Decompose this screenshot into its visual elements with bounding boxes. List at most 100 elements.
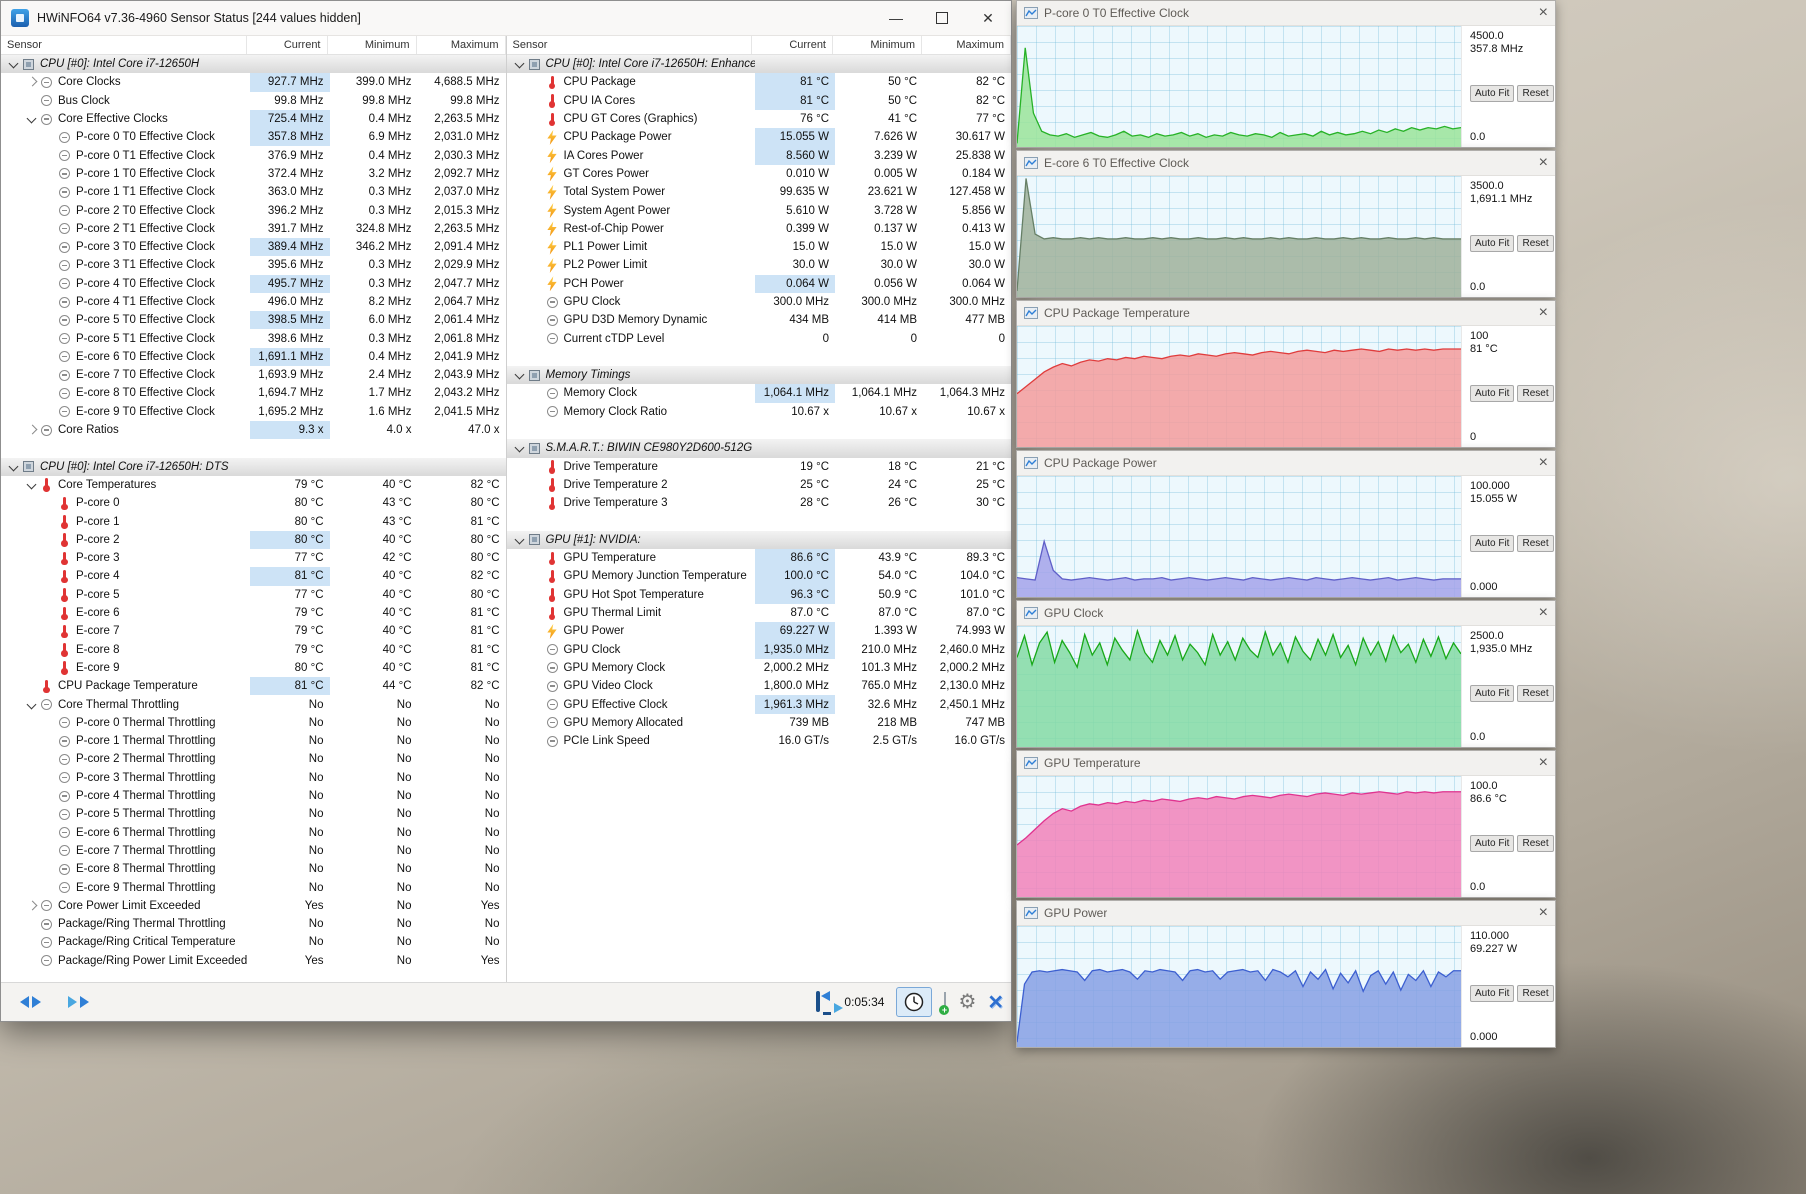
sensor-row-memory-clock[interactable]: Memory Clock1,064.1 MHz1,064.1 MHz1,064.… xyxy=(507,384,1012,402)
chevron-expanded-icon[interactable] xyxy=(25,112,39,126)
reset-button[interactable]: Reset xyxy=(1517,535,1553,552)
close-sensors-button[interactable]: × xyxy=(988,990,1003,1015)
chevron-expanded-icon[interactable] xyxy=(513,441,527,455)
section-cpu-0-intel-core-i7-12650h[interactable]: CPU [#0]: Intel Core i7-12650H xyxy=(1,55,506,73)
auto-fit-button[interactable]: Auto Fit xyxy=(1470,535,1514,552)
sensor-row-core-power-limit-exceeded[interactable]: Core Power Limit ExceededYesNoYes xyxy=(1,897,506,915)
sensor-row-package-ring-power-limit-exceeded[interactable]: Package/Ring Power Limit ExceededYesNoYe… xyxy=(1,952,506,970)
graph-titlebar[interactable]: CPU Package Temperature× xyxy=(1017,301,1555,326)
sensor-row-gpu-memory-clock[interactable]: GPU Memory Clock2,000.2 MHz101.3 MHz2,00… xyxy=(507,659,1012,677)
section-cpu-0-intel-core-i7-12650h-enhanced[interactable]: CPU [#0]: Intel Core i7-12650H: Enhanced xyxy=(507,55,1012,73)
section-cpu-0-intel-core-i7-12650h-dts[interactable]: CPU [#0]: Intel Core i7-12650H: DTS xyxy=(1,458,506,476)
col-header-minimum[interactable]: Minimum xyxy=(328,36,417,54)
sensor-row-cpu-ia-cores[interactable]: CPU IA Cores81 °C50 °C82 °C xyxy=(507,92,1012,110)
graph-titlebar[interactable]: CPU Package Power× xyxy=(1017,451,1555,476)
display-settings-button[interactable] xyxy=(816,993,820,1011)
chevron-expanded-icon[interactable] xyxy=(7,460,21,474)
sensor-row-e-core-6-thermal-throttling[interactable]: E-core 6 Thermal ThrottlingNoNoNo xyxy=(1,823,506,841)
sensor-row-e-core-9[interactable]: E-core 980 °C40 °C81 °C xyxy=(1,659,506,677)
col-header-maximum[interactable]: Maximum xyxy=(417,36,506,54)
sensor-row-e-core-8-t0-effective-clock[interactable]: E-core 8 T0 Effective Clock1,694.7 MHz1.… xyxy=(1,384,506,402)
col-header-minimum[interactable]: Minimum xyxy=(833,36,922,54)
sensor-row-gpu-clock[interactable]: GPU Clock300.0 MHz300.0 MHz300.0 MHz xyxy=(507,293,1012,311)
sensor-row-e-core-8-thermal-throttling[interactable]: E-core 8 Thermal ThrottlingNoNoNo xyxy=(1,860,506,878)
sensor-row-ia-cores-power[interactable]: IA Cores Power8.560 W3.239 W25.838 W xyxy=(507,146,1012,164)
sensor-row-e-core-7-thermal-throttling[interactable]: E-core 7 Thermal ThrottlingNoNoNo xyxy=(1,842,506,860)
chevron-expanded-icon[interactable] xyxy=(25,478,39,492)
graph-close-icon[interactable]: × xyxy=(1539,305,1548,321)
sensor-row-p-core-5-t0-effective-clock[interactable]: P-core 5 T0 Effective Clock398.5 MHz6.0 … xyxy=(1,311,506,329)
sensor-row-gpu-temperature[interactable]: GPU Temperature86.6 °C43.9 °C89.3 °C xyxy=(507,549,1012,567)
scroll-left-right-button[interactable] xyxy=(9,988,51,1017)
chevron-expanded-icon[interactable] xyxy=(7,57,21,71)
graph-close-icon[interactable]: × xyxy=(1539,905,1548,921)
sensor-row-core-temperatures[interactable]: Core Temperatures79 °C40 °C82 °C xyxy=(1,476,506,494)
col-header-maximum[interactable]: Maximum xyxy=(922,36,1011,54)
graph-titlebar[interactable]: GPU Clock× xyxy=(1017,601,1555,626)
sensor-row-drive-temperature-3[interactable]: Drive Temperature 328 °C26 °C30 °C xyxy=(507,494,1012,512)
chevron-expanded-icon[interactable] xyxy=(25,698,39,712)
sensor-row-p-core-5-t1-effective-clock[interactable]: P-core 5 T1 Effective Clock398.6 MHz0.3 … xyxy=(1,329,506,347)
sensor-row-gpu-memory-junction-temperature[interactable]: GPU Memory Junction Temperature100.0 °C5… xyxy=(507,567,1012,585)
sensor-row-p-core-4-t0-effective-clock[interactable]: P-core 4 T0 Effective Clock495.7 MHz0.3 … xyxy=(1,275,506,293)
sensor-row-rest-of-chip-power[interactable]: Rest-of-Chip Power0.399 W0.137 W0.413 W xyxy=(507,220,1012,238)
graph-close-icon[interactable]: × xyxy=(1539,455,1548,471)
graph-close-icon[interactable]: × xyxy=(1539,755,1548,771)
chevron-collapsed-icon[interactable] xyxy=(25,75,39,89)
logging-clock-button[interactable] xyxy=(896,987,932,1017)
close-button[interactable]: ✕ xyxy=(965,1,1011,35)
chevron-expanded-icon[interactable] xyxy=(513,533,527,547)
sensor-row-p-core-3[interactable]: P-core 377 °C42 °C80 °C xyxy=(1,549,506,567)
sensor-row-p-core-2-t1-effective-clock[interactable]: P-core 2 T1 Effective Clock391.7 MHz324.… xyxy=(1,220,506,238)
sensor-row-drive-temperature[interactable]: Drive Temperature19 °C18 °C21 °C xyxy=(507,458,1012,476)
sensor-row-drive-temperature-2[interactable]: Drive Temperature 225 °C24 °C25 °C xyxy=(507,476,1012,494)
sensor-row-p-core-3-thermal-throttling[interactable]: P-core 3 Thermal ThrottlingNoNoNo xyxy=(1,769,506,787)
reset-button[interactable]: Reset xyxy=(1517,985,1553,1002)
reset-button[interactable]: Reset xyxy=(1517,85,1553,102)
chevron-collapsed-icon[interactable] xyxy=(25,899,39,913)
column-header-row[interactable]: Sensor Current Minimum Maximum xyxy=(507,36,1012,55)
sensor-row-cpu-package[interactable]: CPU Package81 °C50 °C82 °C xyxy=(507,73,1012,91)
graph-close-icon[interactable]: × xyxy=(1539,155,1548,171)
sensor-row-p-core-4-thermal-throttling[interactable]: P-core 4 Thermal ThrottlingNoNoNo xyxy=(1,787,506,805)
auto-fit-button[interactable]: Auto Fit xyxy=(1470,835,1514,852)
reset-button[interactable]: Reset xyxy=(1517,235,1553,252)
auto-fit-button[interactable]: Auto Fit xyxy=(1470,85,1514,102)
sensor-row-p-core-4[interactable]: P-core 481 °C40 °C82 °C xyxy=(1,567,506,585)
sensor-row-p-core-1[interactable]: P-core 180 °C43 °C81 °C xyxy=(1,512,506,530)
sensor-row-gpu-video-clock[interactable]: GPU Video Clock1,800.0 MHz765.0 MHz2,130… xyxy=(507,677,1012,695)
sensor-row-e-core-7-t0-effective-clock[interactable]: E-core 7 T0 Effective Clock1,693.9 MHz2.… xyxy=(1,366,506,384)
sensor-row-p-core-2-thermal-throttling[interactable]: P-core 2 Thermal ThrottlingNoNoNo xyxy=(1,750,506,768)
reset-button[interactable]: Reset xyxy=(1517,385,1553,402)
col-header-sensor[interactable]: Sensor xyxy=(1,36,247,54)
report-button[interactable] xyxy=(944,993,946,1011)
sensor-row-gt-cores-power[interactable]: GT Cores Power0.010 W0.005 W0.184 W xyxy=(507,165,1012,183)
graph-titlebar[interactable]: GPU Temperature× xyxy=(1017,751,1555,776)
auto-fit-button[interactable]: Auto Fit xyxy=(1470,385,1514,402)
graph-close-icon[interactable]: × xyxy=(1539,605,1548,621)
sensor-row-current-ctdp-level[interactable]: Current cTDP Level000 xyxy=(507,329,1012,347)
sensor-row-p-core-0-t0-effective-clock[interactable]: P-core 0 T0 Effective Clock357.8 MHz6.9 … xyxy=(1,128,506,146)
sensor-row-p-core-1-t0-effective-clock[interactable]: P-core 1 T0 Effective Clock372.4 MHz3.2 … xyxy=(1,165,506,183)
graph-titlebar[interactable]: GPU Power× xyxy=(1017,901,1555,926)
window-titlebar[interactable]: HWiNFO64 v7.36-4960 Sensor Status [244 v… xyxy=(1,1,1011,36)
sensor-row-gpu-power[interactable]: GPU Power69.227 W1.393 W74.993 W xyxy=(507,622,1012,640)
sensor-row-pch-power[interactable]: PCH Power0.064 W0.056 W0.064 W xyxy=(507,275,1012,293)
sensor-row-e-core-9-t0-effective-clock[interactable]: E-core 9 T0 Effective Clock1,695.2 MHz1.… xyxy=(1,403,506,421)
sensor-row-p-core-3-t0-effective-clock[interactable]: P-core 3 T0 Effective Clock389.4 MHz346.… xyxy=(1,238,506,256)
sensor-row-core-thermal-throttling[interactable]: Core Thermal ThrottlingNoNoNo xyxy=(1,695,506,713)
sensor-row-e-core-9-thermal-throttling[interactable]: E-core 9 Thermal ThrottlingNoNoNo xyxy=(1,878,506,896)
graph-titlebar[interactable]: E-core 6 T0 Effective Clock× xyxy=(1017,151,1555,176)
sensor-row-core-clocks[interactable]: Core Clocks927.7 MHz399.0 MHz4,688.5 MHz xyxy=(1,73,506,91)
minimize-button[interactable]: — xyxy=(873,1,919,35)
scroll-end-button[interactable] xyxy=(57,988,99,1017)
sensor-row-core-effective-clocks[interactable]: Core Effective Clocks725.4 MHz0.4 MHz2,2… xyxy=(1,110,506,128)
sensor-row-core-ratios[interactable]: Core Ratios9.3 x4.0 x47.0 x xyxy=(1,421,506,439)
sensor-row-total-system-power[interactable]: Total System Power99.635 W23.621 W127.45… xyxy=(507,183,1012,201)
sensor-row-e-core-6-t0-effective-clock[interactable]: E-core 6 T0 Effective Clock1,691.1 MHz0.… xyxy=(1,348,506,366)
auto-fit-button[interactable]: Auto Fit xyxy=(1470,985,1514,1002)
chevron-expanded-icon[interactable] xyxy=(513,368,527,382)
sensor-row-p-core-5-thermal-throttling[interactable]: P-core 5 Thermal ThrottlingNoNoNo xyxy=(1,805,506,823)
sensor-row-p-core-2-t0-effective-clock[interactable]: P-core 2 T0 Effective Clock396.2 MHz0.3 … xyxy=(1,201,506,219)
sensor-row-bus-clock[interactable]: Bus Clock99.8 MHz99.8 MHz99.8 MHz xyxy=(1,92,506,110)
